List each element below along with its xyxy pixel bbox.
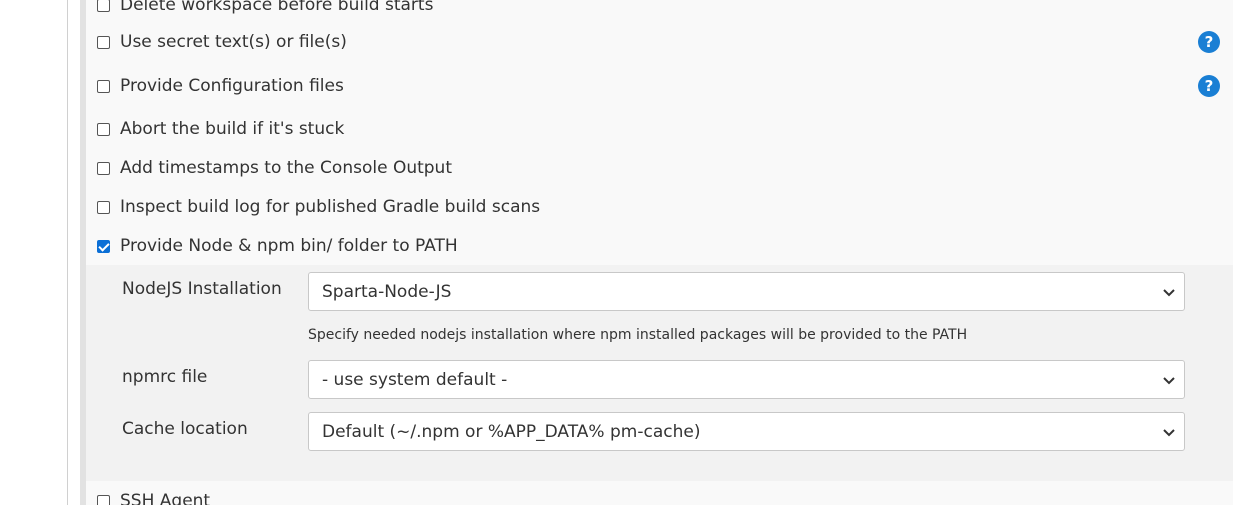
build-environment-page: Delete workspace before build starts Use… [0, 0, 1233, 505]
cache-location-label: Cache location [122, 419, 248, 439]
nodejs-installation-value: Sparta-Node-JS [322, 281, 452, 302]
ssh-agent-checkbox[interactable] [97, 494, 110, 505]
npmrc-file-select[interactable]: - use system default - [308, 360, 1185, 399]
nodejs-installation-label: NodeJS Installation [122, 279, 282, 299]
option-delete-workspace[interactable]: Delete workspace before build starts [97, 0, 433, 18]
option-node-path[interactable]: Provide Node & npm bin/ folder to PATH [97, 233, 458, 259]
option-abort-stuck[interactable]: Abort the build if it's stuck [97, 116, 344, 142]
cache-location-select[interactable]: Default (~/.npm or %APP_DATA% pm-cache) [308, 412, 1185, 451]
help-icon[interactable]: ? [1198, 31, 1220, 53]
delete-workspace-label: Delete workspace before build starts [120, 0, 434, 15]
gradle-scans-checkbox[interactable] [97, 200, 110, 214]
option-timestamps[interactable]: Add timestamps to the Console Output [97, 155, 452, 181]
nodejs-installation-hint: Specify needed nodejs installation where… [308, 327, 968, 343]
npmrc-file-value: - use system default - [322, 369, 508, 390]
option-use-secret[interactable]: Use secret text(s) or file(s) [97, 29, 347, 55]
npmrc-file-label: npmrc file [122, 367, 208, 387]
option-ssh-agent[interactable]: SSH Agent [97, 488, 210, 505]
use-secret-label: Use secret text(s) or file(s) [120, 32, 347, 52]
timestamps-label: Add timestamps to the Console Output [120, 158, 452, 178]
cache-location-value: Default (~/.npm or %APP_DATA% pm-cache) [322, 421, 701, 442]
chevron-down-icon [1163, 428, 1175, 436]
timestamps-checkbox[interactable] [97, 161, 110, 175]
provide-config-checkbox[interactable] [97, 79, 110, 93]
nodejs-installation-select[interactable]: Sparta-Node-JS [308, 272, 1185, 311]
chevron-down-icon [1163, 376, 1175, 384]
use-secret-checkbox[interactable] [97, 35, 110, 49]
ssh-agent-label: SSH Agent [120, 491, 211, 505]
chevron-down-icon [1163, 288, 1175, 296]
node-path-checkbox[interactable] [97, 239, 110, 253]
delete-workspace-checkbox[interactable] [97, 0, 110, 12]
help-icon[interactable]: ? [1198, 75, 1220, 97]
option-gradle-scans[interactable]: Inspect build log for published Gradle b… [97, 194, 540, 220]
abort-stuck-checkbox[interactable] [97, 122, 110, 136]
abort-stuck-label: Abort the build if it's stuck [120, 119, 345, 139]
left-divider [67, 0, 68, 505]
option-provide-config[interactable]: Provide Configuration files [97, 73, 344, 99]
provide-config-label: Provide Configuration files [120, 76, 344, 96]
node-path-label: Provide Node & npm bin/ folder to PATH [120, 236, 458, 256]
gradle-scans-label: Inspect build log for published Gradle b… [120, 197, 541, 217]
